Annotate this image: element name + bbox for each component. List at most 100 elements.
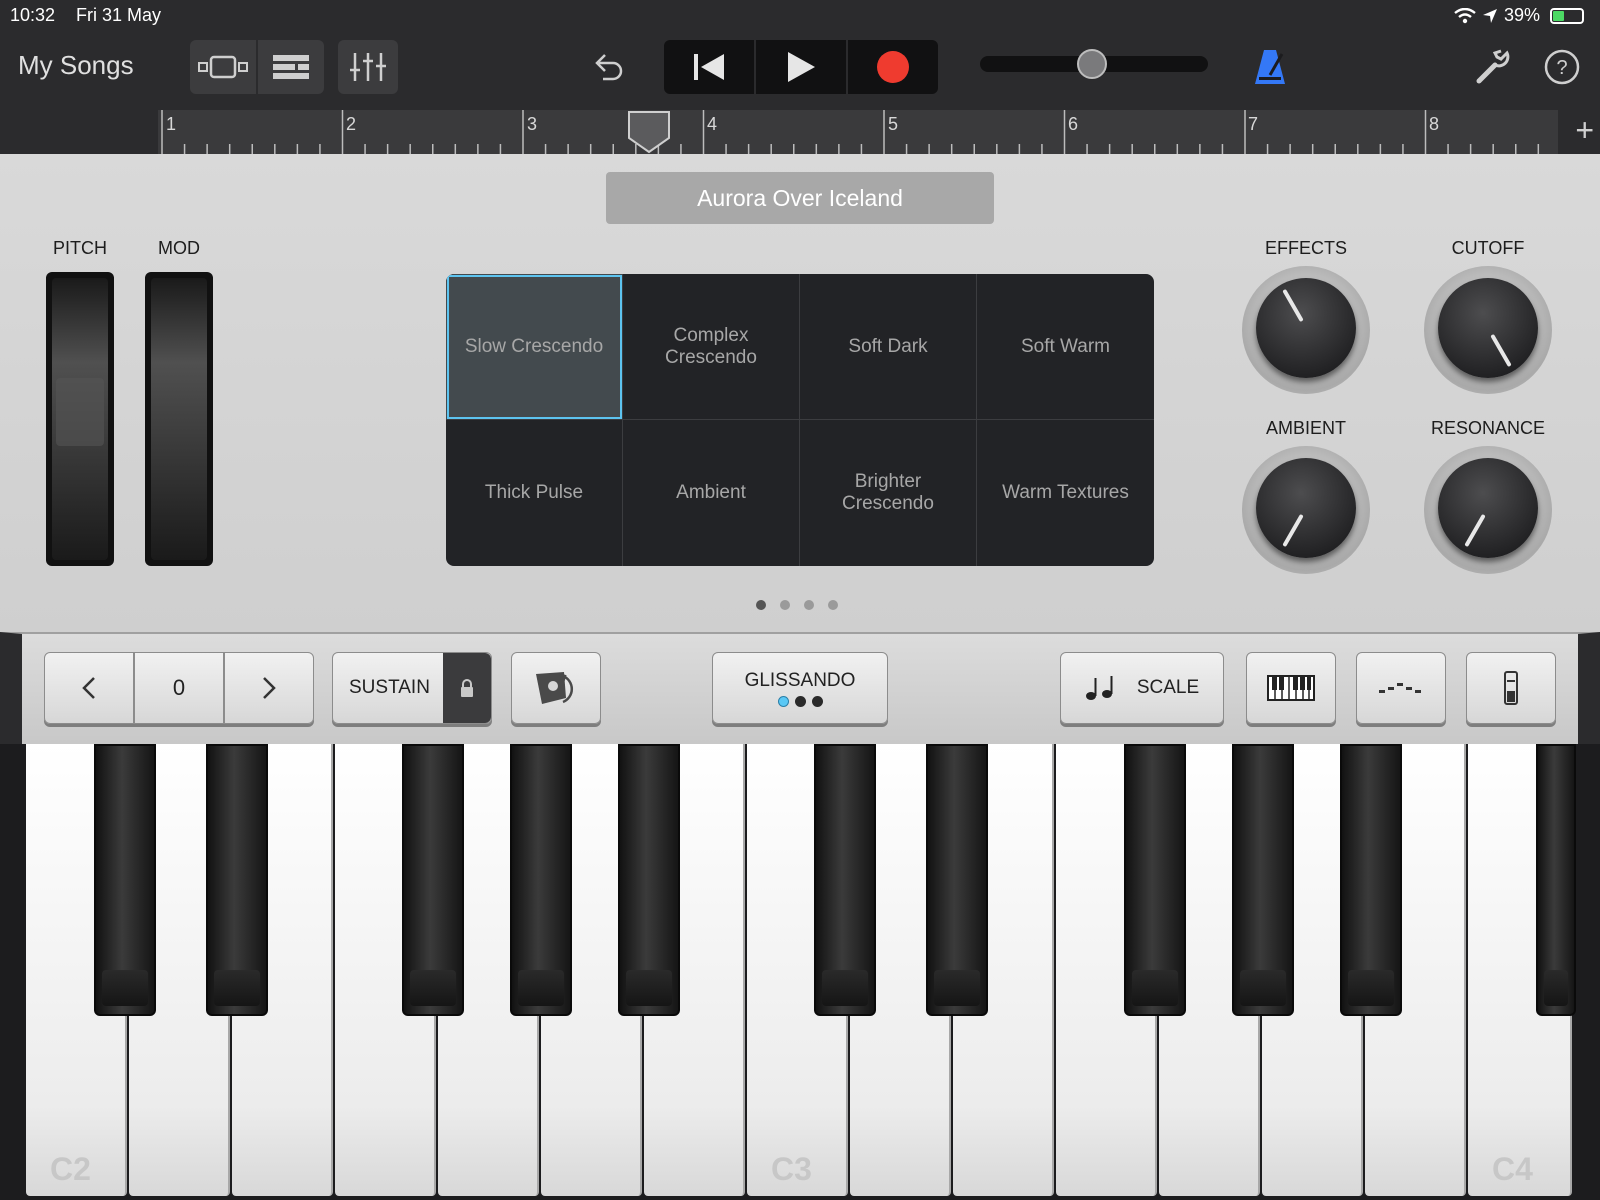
add-section-icon[interactable]: + [1575, 114, 1594, 146]
volume-slider-knob[interactable] [1076, 49, 1107, 79]
help-icon: ? [1544, 49, 1580, 85]
black-key[interactable] [1340, 744, 1402, 1016]
bar-number: 8 [1429, 114, 1440, 134]
page-dot[interactable] [804, 600, 814, 610]
rewind-button[interactable] [664, 40, 756, 94]
patch-cell[interactable]: Thick Pulse [446, 420, 623, 566]
page-dot[interactable] [780, 600, 790, 610]
patch-cell[interactable]: Ambient [623, 420, 800, 566]
mod-wheel[interactable] [145, 272, 213, 566]
black-key[interactable] [814, 744, 876, 1016]
arpeggio-pattern-icon [1379, 683, 1421, 693]
patch-cell[interactable]: Complex Crescendo [623, 274, 800, 420]
status-bar: 10:32 Fri 31 May 39% [0, 0, 1600, 32]
sustain-button[interactable]: SUSTAIN [332, 652, 492, 724]
knob-pointer [1464, 513, 1486, 548]
undo-icon [595, 54, 623, 81]
mod-label: MOD [158, 238, 200, 258]
black-key[interactable] [510, 744, 572, 1016]
my-songs-button[interactable]: My Songs [18, 50, 134, 81]
instrument-panel: Aurora Over Iceland PITCH MOD Slow Cresc… [0, 154, 1600, 632]
music-notes-icon [1085, 676, 1113, 700]
glissando-mode-indicator [777, 695, 823, 707]
arpeggio-pattern-button[interactable] [1356, 652, 1446, 724]
mixer-icon [350, 53, 386, 81]
effects-knob[interactable] [1242, 266, 1370, 394]
arpeggiator-icon [536, 672, 573, 704]
ambient-label: AMBIENT [1265, 418, 1346, 438]
view-toggle-icon [198, 55, 248, 79]
status-time: 10:32 [10, 5, 56, 25]
black-key[interactable] [1232, 744, 1294, 1016]
timeline-ruler[interactable]: 1 2 3 4 5 6 7 8 + [0, 110, 1600, 154]
glissando-button[interactable]: GLISSANDO [712, 652, 888, 724]
bar-number: 2 [346, 114, 357, 134]
pitch-wheel-handle[interactable] [56, 378, 104, 446]
cutoff-knob[interactable] [1424, 266, 1552, 394]
bar-number: 6 [1068, 114, 1079, 134]
patch-cell[interactable]: Slow Crescendo [446, 274, 623, 420]
tracks-view-icon [273, 55, 309, 79]
octave-down-button[interactable] [44, 652, 134, 724]
status-date: Fri 31 May [76, 5, 162, 25]
playhead[interactable] [627, 110, 671, 154]
battery-percent: 39% [1503, 5, 1540, 25]
page-indicator[interactable] [756, 600, 838, 610]
record-button[interactable] [848, 40, 938, 94]
black-key[interactable] [926, 744, 988, 1016]
patch-cell[interactable]: Soft Dark [800, 274, 977, 420]
mixer-button[interactable] [338, 40, 398, 94]
view-toggle-button[interactable] [190, 40, 256, 94]
rewind-icon [694, 54, 724, 80]
patch-cell[interactable]: Warm Textures [977, 420, 1154, 566]
resonance-knob[interactable] [1424, 446, 1552, 574]
keyboard-control-strip: 0 SUSTAIN GLISSANDO SCALE [0, 632, 1600, 744]
glissando-label: GLISSANDO [744, 669, 856, 691]
settings-wrench-icon [1476, 49, 1510, 84]
pitch-label: PITCH [53, 238, 107, 258]
velocity-button[interactable] [1466, 652, 1556, 724]
black-key[interactable] [618, 744, 680, 1016]
arpeggiator-button[interactable] [511, 652, 601, 724]
ruler-track[interactable]: 1 2 3 4 5 6 7 8 [158, 110, 1558, 154]
wifi-icon [1454, 7, 1476, 23]
octave-up-button[interactable] [224, 652, 314, 724]
settings-button[interactable] [1470, 40, 1516, 94]
undo-button[interactable] [586, 40, 632, 94]
bar-number: 3 [527, 114, 538, 134]
ambient-knob[interactable] [1242, 446, 1370, 574]
black-key[interactable] [94, 744, 156, 1016]
pitch-wheel[interactable] [46, 272, 114, 566]
sustain-lock-button[interactable] [443, 653, 491, 723]
patch-cell[interactable]: Brighter Crescendo [800, 420, 977, 566]
metronome-button[interactable] [1248, 40, 1292, 94]
black-key[interactable] [402, 744, 464, 1016]
black-key[interactable] [1536, 744, 1576, 1016]
octave-label: C4 [1492, 1151, 1533, 1187]
page-dot[interactable] [756, 600, 766, 610]
tracks-view-button[interactable] [258, 40, 324, 94]
master-volume-slider[interactable] [980, 49, 1208, 79]
octave-label: C3 [771, 1151, 812, 1187]
keyboard-layout-button[interactable] [1246, 652, 1336, 724]
patch-name-button[interactable]: Aurora Over Iceland [606, 172, 994, 224]
piano-keyboard: C2 C3 C4 [0, 744, 1600, 1200]
chevron-right-icon [263, 677, 276, 699]
patch-grid: Slow Crescendo Complex Crescendo Soft Da… [446, 274, 1154, 566]
patch-cell[interactable]: Soft Warm [977, 274, 1154, 420]
status-right: 39% [1454, 5, 1584, 26]
effects-label: EFFECTS [1264, 238, 1347, 258]
transport-controls [664, 40, 938, 94]
play-button[interactable] [756, 40, 848, 94]
knob-pointer [1282, 513, 1304, 548]
bar-number: 1 [166, 114, 177, 134]
page-dot[interactable] [828, 600, 838, 610]
battery-fill [1553, 10, 1564, 21]
black-key[interactable] [206, 744, 268, 1016]
bar-number: 7 [1248, 114, 1259, 134]
help-button[interactable]: ? [1540, 40, 1584, 94]
chevron-left-icon [82, 677, 95, 699]
scale-button[interactable]: SCALE [1060, 652, 1224, 724]
lock-icon [461, 679, 473, 697]
black-key[interactable] [1124, 744, 1186, 1016]
